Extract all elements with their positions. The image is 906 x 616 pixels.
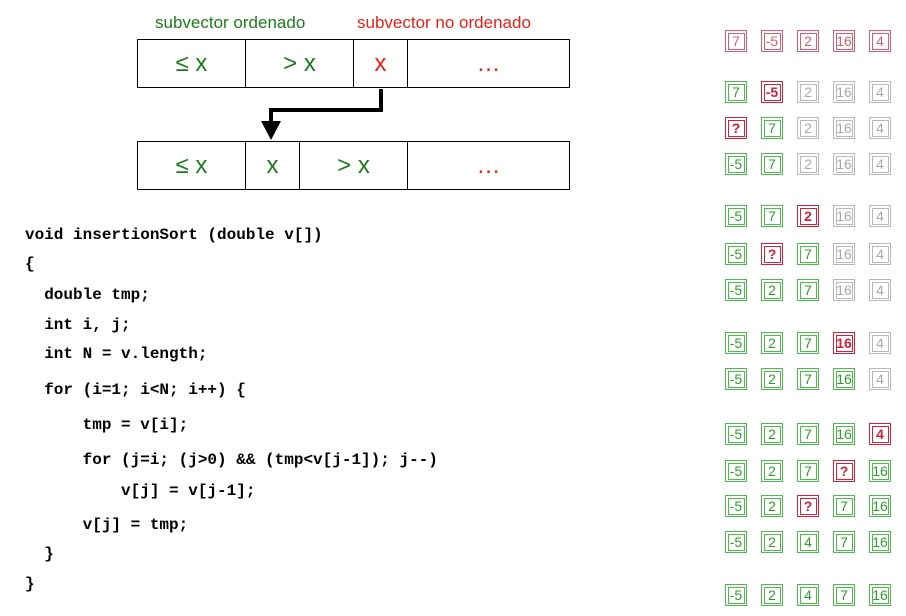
trace-cell: -5 — [725, 243, 747, 265]
trace-cell: 7 — [797, 243, 819, 265]
trace-cell: 16 — [869, 460, 891, 482]
trace-cell: 4 — [869, 279, 891, 301]
vector-cell-leq-x: ≤ x — [138, 142, 246, 189]
trace-cell: 2 — [761, 460, 783, 482]
code-line: v[j] = tmp; — [25, 516, 189, 534]
trace-cell: 7 — [797, 332, 819, 354]
trace-cell: 16 — [833, 117, 855, 139]
trace-cell: 4 — [869, 423, 891, 445]
trace-cell: 2 — [761, 495, 783, 517]
trace-cell: -5 — [761, 81, 783, 103]
trace-cell: -5 — [725, 205, 747, 227]
trace-cell: 2 — [797, 153, 819, 175]
trace-cell: 4 — [869, 205, 891, 227]
trace-cell: -5 — [725, 423, 747, 445]
trace-cell: 7 — [797, 423, 819, 445]
vector-after-insertion: ≤ x x > x … — [137, 141, 570, 190]
trace-cell: 7 — [797, 279, 819, 301]
trace-cell: ? — [833, 460, 855, 482]
trace-cell: 2 — [797, 81, 819, 103]
trace-cell: 7 — [833, 495, 855, 517]
code-line: int N = v.length; — [25, 345, 208, 363]
trace-cell: 4 — [869, 243, 891, 265]
trace-cell: 16 — [833, 423, 855, 445]
code-line: void insertionSort (double v[]) — [25, 226, 323, 244]
trace-cell: 2 — [761, 584, 783, 606]
code-line: for (j=i; (j>0) && (tmp<v[j-1]); j--) — [25, 451, 438, 469]
code-line: } — [25, 575, 35, 593]
trace-cell: -5 — [725, 279, 747, 301]
trace-cell: 16 — [869, 495, 891, 517]
trace-cell: 2 — [761, 368, 783, 390]
trace-cell: ? — [761, 243, 783, 265]
trace-cell: 16 — [833, 279, 855, 301]
trace-cell: -5 — [725, 460, 747, 482]
trace-cell: -5 — [725, 368, 747, 390]
code-line: double tmp; — [25, 286, 150, 304]
trace-cell: 7 — [761, 153, 783, 175]
trace-cell: 4 — [869, 332, 891, 354]
trace-cell: 16 — [833, 332, 855, 354]
trace-cell: -5 — [725, 332, 747, 354]
trace-cell: 7 — [797, 460, 819, 482]
trace-cell: -5 — [761, 30, 783, 52]
trace-cell: 4 — [797, 584, 819, 606]
trace-cell: 2 — [761, 279, 783, 301]
trace-cell: 16 — [833, 243, 855, 265]
trace-cell: 16 — [833, 30, 855, 52]
trace-cell: ? — [725, 117, 747, 139]
trace-cell: 4 — [869, 81, 891, 103]
trace-cell: 7 — [761, 117, 783, 139]
code-line: v[j] = v[j-1]; — [25, 482, 256, 500]
trace-cell: 4 — [869, 30, 891, 52]
trace-cell: 4 — [797, 531, 819, 553]
trace-cell: 2 — [761, 332, 783, 354]
trace-cell: 16 — [833, 153, 855, 175]
trace-cell: 7 — [725, 30, 747, 52]
trace-cell: -5 — [725, 584, 747, 606]
code-line: } — [25, 545, 54, 563]
trace-cell: 16 — [833, 205, 855, 227]
trace-cell: 4 — [869, 117, 891, 139]
trace-cell: 7 — [833, 531, 855, 553]
trace-cell: -5 — [725, 153, 747, 175]
code-line: for (i=1; i<N; i++) { — [25, 381, 246, 399]
trace-cell: 2 — [797, 30, 819, 52]
trace-cell: 7 — [725, 81, 747, 103]
trace-cell: 2 — [761, 531, 783, 553]
vector-cell-rest: … — [476, 151, 501, 179]
trace-cell: -5 — [725, 531, 747, 553]
vector-cell-x: x — [246, 142, 300, 189]
trace-cell: 4 — [869, 153, 891, 175]
trace-cell: 7 — [833, 584, 855, 606]
trace-cell: 16 — [833, 81, 855, 103]
trace-cell: 16 — [869, 584, 891, 606]
code-line: { — [25, 255, 35, 273]
trace-cell: 2 — [797, 117, 819, 139]
trace-cell: 2 — [761, 423, 783, 445]
code-line: tmp = v[i]; — [25, 416, 189, 434]
trace-cell: 16 — [833, 368, 855, 390]
code-line: int i, j; — [25, 316, 131, 334]
trace-cell: 2 — [797, 205, 819, 227]
trace-cell: 7 — [761, 205, 783, 227]
trace-cell: 7 — [797, 368, 819, 390]
trace-cell: 16 — [869, 531, 891, 553]
trace-cell: 4 — [869, 368, 891, 390]
trace-cell: ? — [797, 495, 819, 517]
vector-cell-gt-x: > x — [300, 142, 408, 189]
trace-cell: -5 — [725, 495, 747, 517]
